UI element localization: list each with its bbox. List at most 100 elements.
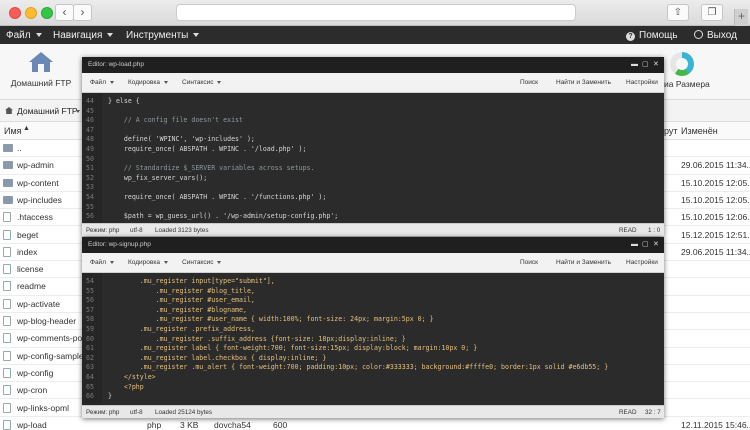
tabs-button[interactable]: ❐ <box>701 4 723 21</box>
editor-menu-syntax[interactable]: Синтаксис <box>182 79 222 86</box>
line-number: 55 <box>86 286 94 295</box>
line-number: 47 <box>86 125 94 134</box>
home-ftp-label: Домашний FTP <box>10 78 72 88</box>
help-button[interactable]: ? Помощь <box>626 29 678 42</box>
editor-menu-file[interactable]: Файл <box>90 259 114 266</box>
menu-tools[interactable]: Инструменты <box>126 29 200 42</box>
code-text: require_once( ABSPATH . WPINC . '/functi… <box>108 193 327 201</box>
file-name: .. <box>17 143 22 153</box>
close-icon[interactable]: ✕ <box>653 57 659 73</box>
editor-settings-button[interactable]: Настройки <box>626 79 658 86</box>
editor-replace-button[interactable]: Найти и Заменить <box>556 259 611 266</box>
status-position: 32 : 7 <box>645 409 661 416</box>
editor-menu-syntax[interactable]: Синтаксис <box>182 259 222 266</box>
code-text: // Standardize $_SERVER variables across… <box>108 164 315 173</box>
file-row[interactable]: wp-load 12.11.2015 15:46... php 3 KB dovcha5… <box>0 417 750 430</box>
code-text: </style> <box>108 373 156 381</box>
editor-title-bar: Editor: wp-signup.php ▬ ▢ ✕ <box>82 237 664 253</box>
editor-menu-encoding[interactable]: Кодировка <box>128 259 168 266</box>
back-button[interactable]: ‹ <box>55 4 74 21</box>
file-date: 29.06.2015 11:34... <box>681 160 750 171</box>
line-number: 55 <box>86 202 94 211</box>
line-number: 65 <box>86 382 94 391</box>
close-window-button[interactable] <box>9 7 21 19</box>
code-line: 46 // A config file doesn't exist <box>82 116 664 126</box>
column-perm[interactable]: рут <box>664 126 678 136</box>
caret-down-icon <box>109 260 114 264</box>
forward-button[interactable]: › <box>73 4 92 21</box>
file-name: wp-comments-post <box>17 333 89 344</box>
code-text: .mu_register #user_name { width:100%; fo… <box>108 315 434 324</box>
file-icon <box>3 419 11 430</box>
maximize-icon[interactable]: ▢ <box>642 237 649 253</box>
minimize-icon[interactable]: ▬ <box>631 237 638 253</box>
file-icon <box>3 246 11 257</box>
line-number: 45 <box>86 106 94 115</box>
column-name[interactable]: Имя <box>4 126 22 136</box>
code-line: 56 .mu_register #user_email, <box>82 296 664 306</box>
column-modified[interactable]: Изменён <box>681 126 718 136</box>
code-line: 55 .mu_register #blog_title, <box>82 287 664 297</box>
new-tab-button[interactable]: + <box>734 9 748 26</box>
menu-navigation[interactable]: Навигация <box>53 29 114 42</box>
share-button[interactable]: ⇧ <box>667 4 689 21</box>
code-text: } <box>108 392 112 401</box>
file-icon <box>3 333 11 344</box>
editor-replace-button[interactable]: Найти и Заменить <box>556 79 611 86</box>
breadcrumb-root[interactable]: Домашний FTP <box>17 106 78 116</box>
file-name: .htaccess <box>17 212 53 223</box>
editor-menubar: Файл Кодировка Синтаксис Поиск Найти и З… <box>82 253 664 273</box>
file-icon <box>3 264 11 275</box>
close-icon[interactable]: ✕ <box>653 237 659 253</box>
minimize-window-button[interactable] <box>25 7 37 19</box>
code-line: 62 .mu_register label.checkbox { display… <box>82 354 664 364</box>
code-line: 63 .mu_register .mu_alert { font-weight:… <box>82 363 664 373</box>
status-readonly: READ <box>619 409 637 416</box>
code-line: 53 <box>82 183 664 193</box>
code-line: 60 .mu_register .suffix_address {font-si… <box>82 335 664 345</box>
caret-down-icon <box>193 33 200 38</box>
editor-search-button[interactable]: Поиск <box>520 259 538 266</box>
code-line: 49 require_once( ABSPATH . WPINC . '/loa… <box>82 145 664 155</box>
line-number: 54 <box>86 277 94 285</box>
code-area[interactable]: 44} else {45 46 // A config file doesn't … <box>82 93 664 223</box>
minimize-icon[interactable]: ▬ <box>631 57 638 73</box>
editor-menu-encoding[interactable]: Кодировка <box>128 79 168 86</box>
code-line: 64 </style> <box>82 373 664 383</box>
code-line: 66} <box>82 392 664 402</box>
menu-file[interactable]: Файл <box>6 29 42 42</box>
code-text: .mu_register .prefix_address, <box>108 325 255 333</box>
code-area[interactable]: 54 .mu_register input[type="submit"], 55 … <box>82 273 664 405</box>
sort-asc-icon: ▲ <box>23 125 30 132</box>
line-number: 56 <box>86 212 94 221</box>
file-name: wp-load <box>17 419 47 430</box>
editor-status-bar: Режим: php utf-8 Loaded 3123 bytes READ … <box>82 223 664 236</box>
maximize-icon[interactable]: ▢ <box>642 57 649 73</box>
line-number: 56 <box>86 296 94 305</box>
code-text: .mu_register #blog_title, <box>108 286 255 295</box>
chevron-left-icon: ‹ <box>62 5 67 19</box>
code-text: .mu_register label { font-weight:700; fo… <box>108 344 478 353</box>
code-line: 48 define( 'WPINC', 'wp-includes' ); <box>82 135 664 145</box>
editor-menu-file[interactable]: Файл <box>90 79 114 86</box>
code-line: 47 <box>82 126 664 136</box>
file-owner: dovcha54 <box>214 419 251 430</box>
maximize-window-button[interactable] <box>41 7 53 19</box>
caret-down-icon <box>163 80 168 84</box>
caret-down-icon <box>163 260 168 264</box>
editor-search-button[interactable]: Поиск <box>520 79 538 86</box>
address-bar[interactable] <box>176 4 576 21</box>
logout-button[interactable]: Выход <box>694 29 737 42</box>
folder-icon <box>3 195 13 204</box>
size-analysis-label[interactable]: иа Размера <box>664 79 710 89</box>
home-ftp-button[interactable]: Домашний FTP <box>8 48 74 96</box>
editor-settings-button[interactable]: Настройки <box>626 259 658 266</box>
line-number: 63 <box>86 363 94 372</box>
file-name: wp-cron <box>17 385 48 396</box>
file-icon <box>3 281 11 292</box>
home-icon <box>5 107 13 114</box>
status-encoding: utf-8 <box>130 409 143 416</box>
disk-usage-icon <box>670 52 694 76</box>
file-date: 15.12.2015 12:51... <box>681 229 750 240</box>
code-text: .mu_register #blogname, <box>108 305 247 314</box>
